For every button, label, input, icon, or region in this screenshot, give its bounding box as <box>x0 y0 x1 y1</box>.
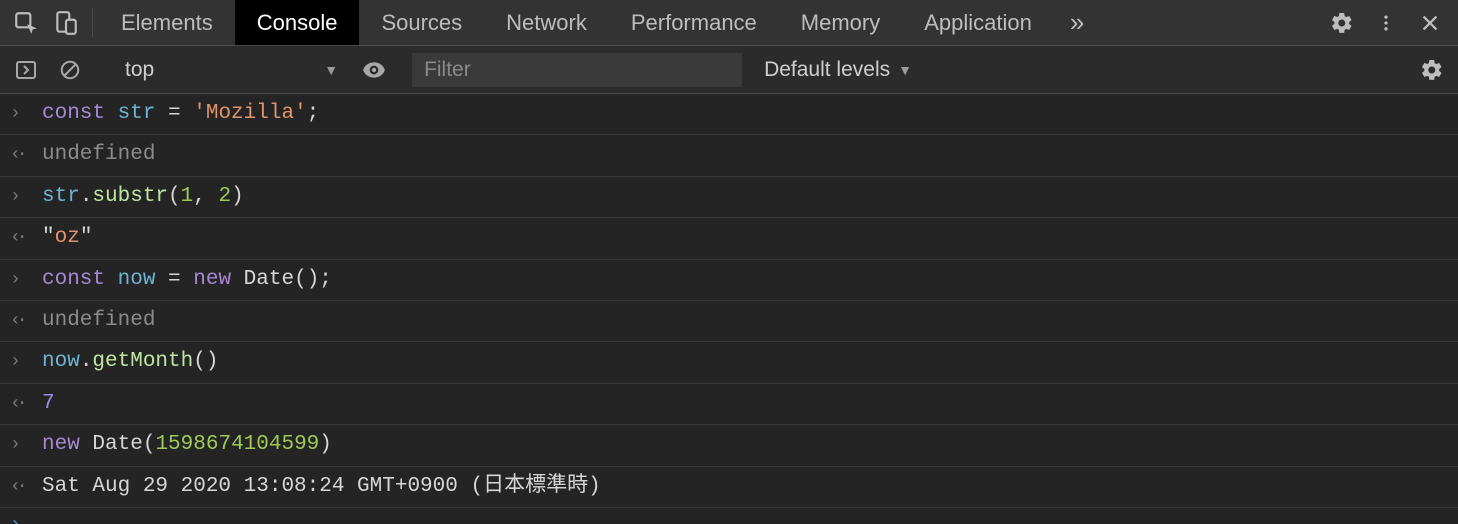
input-marker-icon: › <box>10 433 28 458</box>
log-content: Sat Aug 29 2020 13:08:24 GMT+0900 (日本標準時… <box>42 472 601 501</box>
output-marker-icon: ‹· <box>10 143 28 168</box>
console-settings-icon[interactable] <box>1414 54 1450 86</box>
tab-elements[interactable]: Elements <box>99 0 235 45</box>
tab-network[interactable]: Network <box>484 0 609 45</box>
console-input-row: › const str = 'Mozilla'; <box>0 94 1458 135</box>
input-marker-icon: › <box>10 268 28 293</box>
devtools-tabbar: ElementsConsoleSourcesNetworkPerformance… <box>0 0 1458 46</box>
filter-textbox[interactable] <box>412 53 742 87</box>
close-icon[interactable] <box>1408 12 1452 34</box>
live-expression-icon[interactable] <box>356 54 392 86</box>
console-output-row: ‹· "oz" <box>0 218 1458 259</box>
inspect-element-icon[interactable] <box>6 0 46 45</box>
context-label: top <box>125 58 154 82</box>
console-output-row: ‹· Sat Aug 29 2020 13:08:24 GMT+0900 (日本標… <box>0 467 1458 508</box>
kebab-menu-icon[interactable] <box>1364 13 1408 33</box>
tab-console[interactable]: Console <box>235 0 360 45</box>
output-marker-icon: ‹· <box>10 309 28 334</box>
console-input-row: › new Date(1598674104599) <box>0 425 1458 466</box>
log-content: const str = 'Mozilla'; <box>42 99 319 128</box>
prompt-marker-icon: › <box>10 513 28 524</box>
toolbar-right <box>1401 54 1450 86</box>
tab-memory[interactable]: Memory <box>779 0 902 45</box>
more-tabs-button[interactable]: » <box>1054 0 1100 45</box>
log-content: "oz" <box>42 223 92 252</box>
panel-tabs: ElementsConsoleSourcesNetworkPerformance… <box>99 0 1054 45</box>
clear-console-icon[interactable] <box>52 54 88 86</box>
tab-application[interactable]: Application <box>902 0 1054 45</box>
output-marker-icon: ‹· <box>10 226 28 251</box>
separator <box>92 8 93 37</box>
chevron-down-icon: ▼ <box>898 62 912 78</box>
console-output-row: ‹· undefined <box>0 301 1458 342</box>
console-input-row: › str.substr(1, 2) <box>0 177 1458 218</box>
tabbar-right <box>1320 0 1458 45</box>
output-marker-icon: ‹· <box>10 475 28 500</box>
levels-label: Default levels <box>764 58 890 82</box>
toggle-sidebar-icon[interactable] <box>8 54 44 86</box>
log-content: undefined <box>42 306 155 335</box>
log-levels-select[interactable]: Default levels ▼ <box>764 58 912 82</box>
console-prompt-row: › <box>0 508 1458 524</box>
console-log[interactable]: › const str = 'Mozilla'; ‹· undefined › str.s… <box>0 94 1458 524</box>
log-content: undefined <box>42 140 155 169</box>
input-marker-icon: › <box>10 102 28 127</box>
console-output-row: ‹· 7 <box>0 384 1458 425</box>
tab-performance[interactable]: Performance <box>609 0 779 45</box>
log-content: now.getMonth() <box>42 347 218 376</box>
output-marker-icon: ‹· <box>10 392 28 417</box>
console-toolbar: top ▼ Default levels ▼ <box>0 46 1458 94</box>
console-input-row: › const now = new Date(); <box>0 260 1458 301</box>
filter-input[interactable] <box>412 53 742 87</box>
log-content: 7 <box>42 389 55 418</box>
chevron-double-right-icon: » <box>1070 7 1084 38</box>
toggle-device-toolbar-icon[interactable] <box>46 0 86 45</box>
log-content: new Date(1598674104599) <box>42 430 332 459</box>
console-input-row: › now.getMonth() <box>0 342 1458 383</box>
console-output-row: ‹· undefined <box>0 135 1458 176</box>
chevron-down-icon: ▼ <box>324 62 338 78</box>
log-content: str.substr(1, 2) <box>42 182 244 211</box>
log-content: const now = new Date(); <box>42 265 332 294</box>
tab-sources[interactable]: Sources <box>359 0 484 45</box>
settings-icon[interactable] <box>1320 11 1364 35</box>
input-marker-icon: › <box>10 350 28 375</box>
execution-context-select[interactable]: top ▼ <box>115 54 348 86</box>
input-marker-icon: › <box>10 185 28 210</box>
